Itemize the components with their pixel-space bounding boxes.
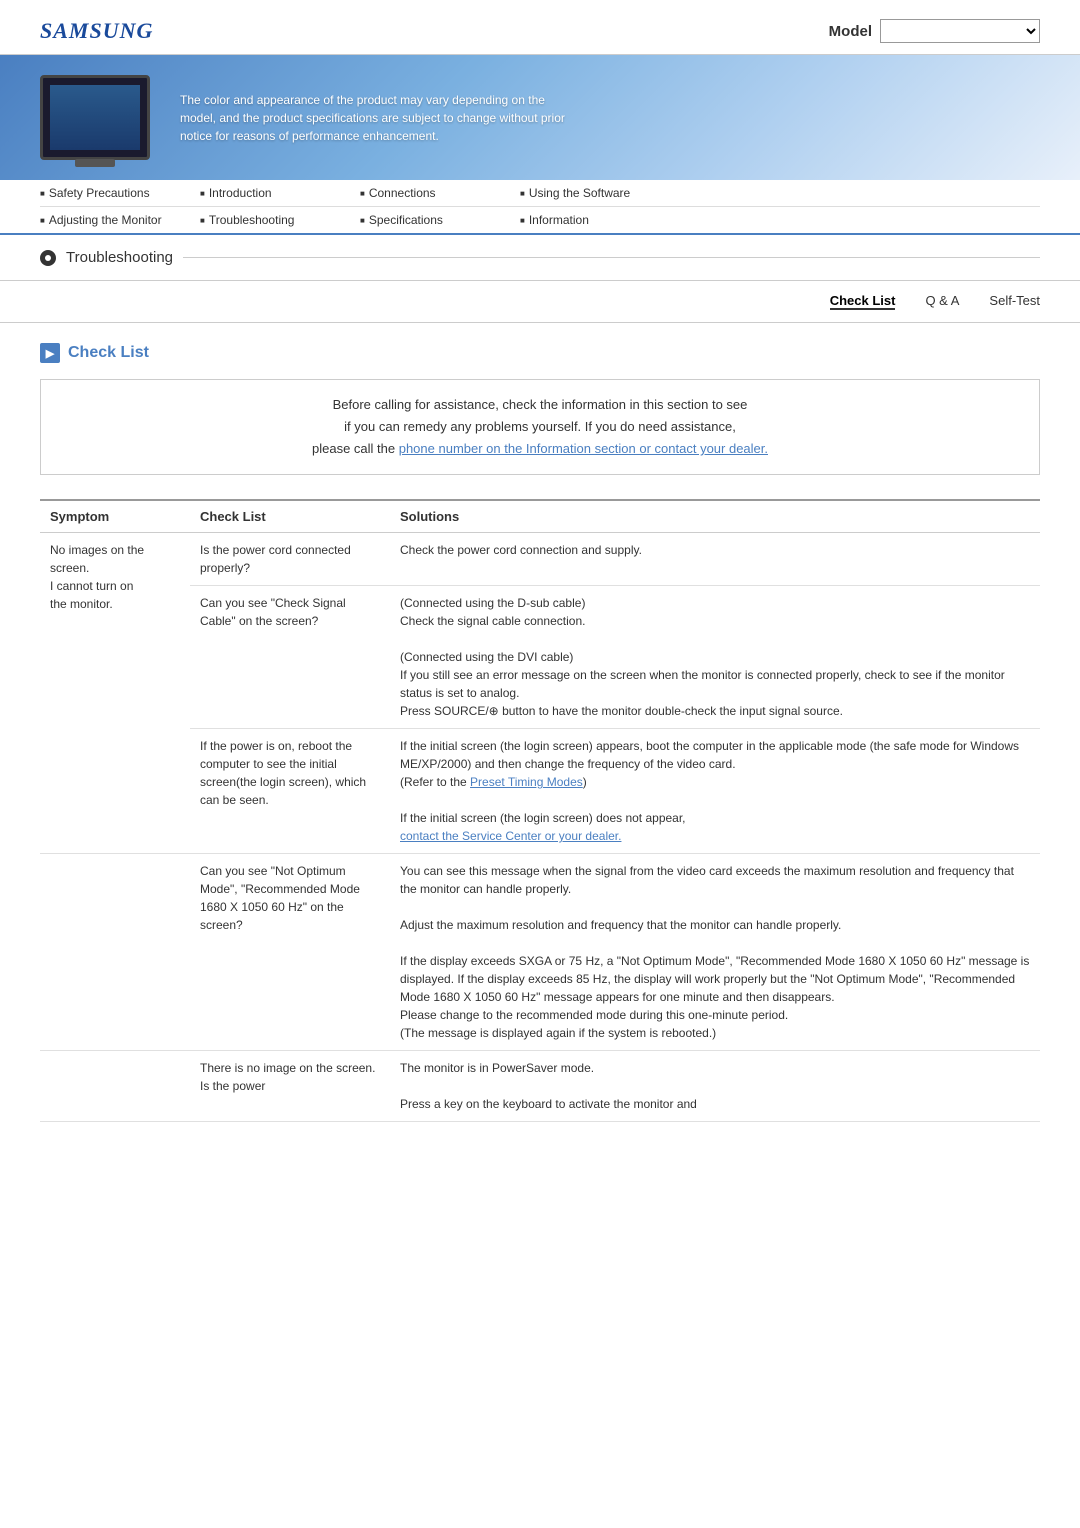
breadcrumb-line [183, 257, 1040, 258]
tab-checklist[interactable]: Check List [830, 293, 896, 310]
solution-not-optimum: You can see this message when the signal… [390, 854, 1040, 1051]
symptom-no-image: No images on the screen.I cannot turn on… [40, 533, 190, 854]
table-row: Can you see "Not Optimum Mode", "Recomme… [40, 854, 1040, 1051]
model-row: Model [829, 19, 1040, 43]
monitor-image [40, 75, 150, 160]
nav-row-1: Safety Precautions Introduction Connecti… [40, 180, 1040, 206]
section-title-text: Check List [68, 344, 149, 362]
table-row: If the power is on, reboot the computer … [40, 729, 1040, 854]
model-select[interactable] [880, 19, 1040, 43]
table-row: There is no image on the screen.Is the p… [40, 1051, 1040, 1122]
col-header-symptom: Symptom [40, 500, 190, 533]
check-powersaver: There is no image on the screen.Is the p… [190, 1051, 390, 1122]
solution-powersaver: The monitor is in PowerSaver mode. Press… [390, 1051, 1040, 1122]
sidebar-item-information[interactable]: Information [520, 207, 680, 233]
info-text-line2: if you can remedy any problems yourself.… [344, 419, 736, 434]
tab-selftest[interactable]: Self-Test [989, 293, 1040, 310]
check-signal-cable: Can you see "Check Signal Cable" on the … [190, 586, 390, 729]
preset-timing-link[interactable]: Preset Timing Modes [470, 775, 583, 789]
trouble-table: Symptom Check List Solutions No images o… [40, 499, 1040, 1122]
breadcrumb-icon [40, 250, 56, 266]
table-header-row: Symptom Check List Solutions [40, 500, 1040, 533]
service-center-link[interactable]: contact the Service Center or your deale… [400, 829, 621, 843]
table-row: No images on the screen.I cannot turn on… [40, 533, 1040, 586]
sidebar-item-specifications[interactable]: Specifications [360, 207, 520, 233]
sidebar-item-introduction[interactable]: Introduction [200, 180, 360, 206]
check-not-optimum: Can you see "Not Optimum Mode", "Recomme… [190, 854, 390, 1051]
col-header-checklist: Check List [190, 500, 390, 533]
info-box: Before calling for assistance, check the… [40, 379, 1040, 475]
nav-row-2: Adjusting the Monitor Troubleshooting Sp… [40, 206, 1040, 233]
model-label: Model [829, 23, 872, 40]
sidebar-item-software[interactable]: Using the Software [520, 180, 680, 206]
info-text-line1: Before calling for assistance, check the… [333, 397, 748, 412]
sidebar-item-safety[interactable]: Safety Precautions [40, 180, 200, 206]
symptom-blank-3 [40, 1051, 190, 1122]
banner: The color and appearance of the product … [0, 55, 1080, 180]
check-power-cord: Is the power cord connected properly? [190, 533, 390, 586]
samsung-logo: SAMSUNG [40, 18, 153, 44]
sidebar-item-adjusting[interactable]: Adjusting the Monitor [40, 207, 200, 233]
symptom-blank-2 [40, 854, 190, 1051]
tab-qa[interactable]: Q & A [925, 293, 959, 310]
check-reboot: If the power is on, reboot the computer … [190, 729, 390, 854]
sidebar-item-troubleshooting[interactable]: Troubleshooting [200, 207, 360, 233]
monitor-screen [50, 85, 140, 150]
solution-reboot: If the initial screen (the login screen)… [390, 729, 1040, 854]
sub-tabs: Check List Q & A Self-Test [0, 281, 1080, 323]
info-box-link[interactable]: phone number on the Information section … [399, 441, 768, 456]
nav: Safety Precautions Introduction Connecti… [0, 180, 1080, 235]
section-icon: ▶ [40, 343, 60, 363]
breadcrumb: Troubleshooting [0, 235, 1080, 281]
sidebar-item-connections[interactable]: Connections [360, 180, 520, 206]
header: SAMSUNG Model [0, 0, 1080, 55]
solution-signal-cable: (Connected using the D-sub cable) Check … [390, 586, 1040, 729]
col-header-solutions: Solutions [390, 500, 1040, 533]
section-title: ▶ Check List [40, 343, 1040, 363]
info-text-prefix: please call the [312, 441, 399, 456]
content: ▶ Check List Before calling for assistan… [0, 323, 1080, 1142]
solution-power-cord: Check the power cord connection and supp… [390, 533, 1040, 586]
banner-text: The color and appearance of the product … [180, 91, 580, 145]
table-row: Can you see "Check Signal Cable" on the … [40, 586, 1040, 729]
page-title: Troubleshooting [66, 249, 173, 266]
